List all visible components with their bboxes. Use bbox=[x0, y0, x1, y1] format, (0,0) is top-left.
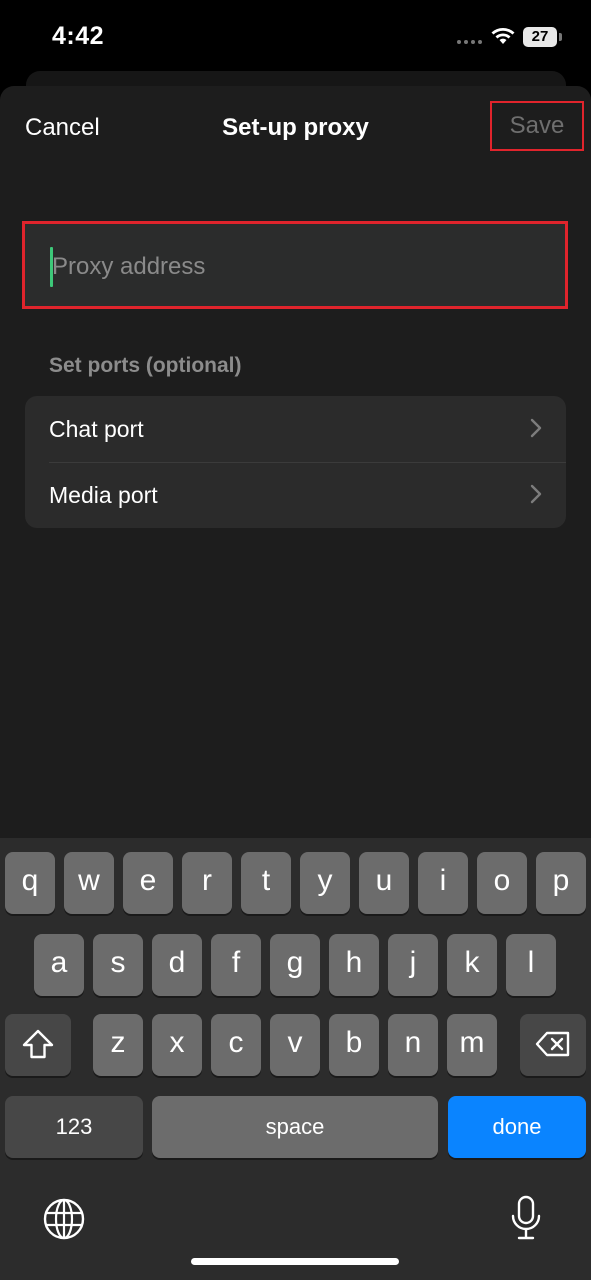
battery-icon: 27 bbox=[523, 27, 557, 47]
key-q[interactable]: q bbox=[5, 852, 55, 914]
key-y[interactable]: y bbox=[300, 852, 350, 914]
battery-cap bbox=[559, 33, 562, 41]
ports-section-label: Set ports (optional) bbox=[49, 354, 242, 377]
media-port-row[interactable]: Media port bbox=[25, 462, 566, 528]
key-v[interactable]: v bbox=[270, 1014, 320, 1076]
key-u[interactable]: u bbox=[359, 852, 409, 914]
key-c[interactable]: c bbox=[211, 1014, 261, 1076]
key-n[interactable]: n bbox=[388, 1014, 438, 1076]
proxy-address-field[interactable] bbox=[22, 221, 568, 309]
key-z[interactable]: z bbox=[93, 1014, 143, 1076]
save-button[interactable]: Save bbox=[490, 101, 584, 151]
key-l[interactable]: l bbox=[506, 934, 556, 996]
key-m[interactable]: m bbox=[447, 1014, 497, 1076]
space-key[interactable]: space bbox=[152, 1096, 438, 1158]
key-d[interactable]: d bbox=[152, 934, 202, 996]
key-r[interactable]: r bbox=[182, 852, 232, 914]
home-indicator bbox=[191, 1258, 399, 1265]
key-s[interactable]: s bbox=[93, 934, 143, 996]
done-key[interactable]: done bbox=[448, 1096, 586, 1158]
key-t[interactable]: t bbox=[241, 852, 291, 914]
cellular-signal-icon bbox=[457, 40, 482, 44]
microphone-icon[interactable] bbox=[510, 1195, 542, 1241]
key-e[interactable]: e bbox=[123, 852, 173, 914]
chat-port-label: Chat port bbox=[49, 416, 144, 442]
key-p[interactable]: p bbox=[536, 852, 586, 914]
status-bar: 4:42 27 bbox=[0, 0, 591, 72]
backspace-icon bbox=[535, 1031, 570, 1057]
media-port-label: Media port bbox=[49, 482, 158, 508]
key-j[interactable]: j bbox=[388, 934, 438, 996]
shift-icon bbox=[22, 1029, 54, 1059]
status-time: 4:42 bbox=[52, 22, 105, 50]
shift-key[interactable] bbox=[5, 1014, 71, 1076]
key-x[interactable]: x bbox=[152, 1014, 202, 1076]
key-k[interactable]: k bbox=[447, 934, 497, 996]
key-o[interactable]: o bbox=[477, 852, 527, 914]
key-f[interactable]: f bbox=[211, 934, 261, 996]
key-w[interactable]: w bbox=[64, 852, 114, 914]
key-h[interactable]: h bbox=[329, 934, 379, 996]
key-b[interactable]: b bbox=[329, 1014, 379, 1076]
ports-list: Chat port Media port bbox=[25, 396, 566, 528]
globe-icon[interactable] bbox=[43, 1198, 85, 1240]
key-g[interactable]: g bbox=[270, 934, 320, 996]
chevron-right-icon bbox=[530, 418, 542, 438]
numbers-key[interactable]: 123 bbox=[5, 1096, 143, 1158]
key-a[interactable]: a bbox=[34, 934, 84, 996]
key-i[interactable]: i bbox=[418, 852, 468, 914]
chevron-right-icon bbox=[530, 484, 542, 504]
wifi-icon bbox=[491, 28, 515, 44]
backspace-key[interactable] bbox=[520, 1014, 586, 1076]
chat-port-row[interactable]: Chat port bbox=[25, 396, 566, 462]
proxy-address-input[interactable] bbox=[49, 246, 532, 288]
